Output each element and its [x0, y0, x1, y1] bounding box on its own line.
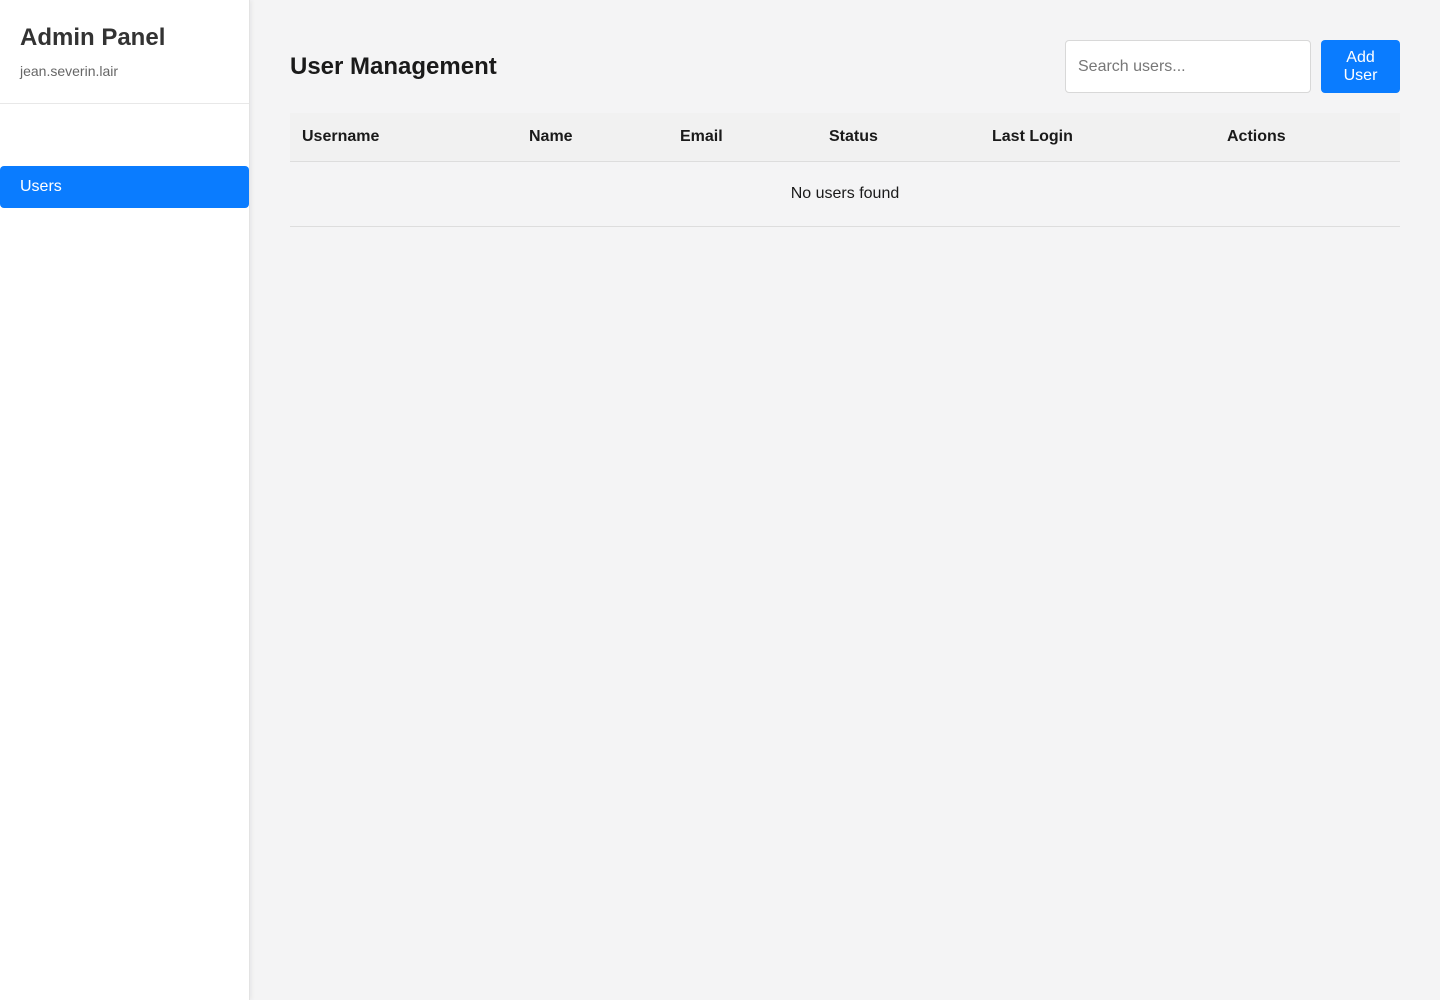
add-user-button[interactable]: Add User: [1321, 40, 1400, 93]
table-body: No users found: [290, 161, 1400, 226]
sidebar-item-label: Users: [20, 178, 62, 195]
empty-state-message: No users found: [790, 184, 900, 202]
sidebar-nav: Users: [0, 104, 249, 208]
app-title: Admin Panel: [20, 24, 166, 51]
table-header-row: Username Name Email Status Last Login Ac…: [290, 113, 1400, 161]
table-header: Username Name Email Status Last Login Ac…: [290, 113, 1400, 161]
column-header-last-login[interactable]: Last Login: [980, 113, 1215, 161]
sidebar-header: Admin Panel jean.severin.lair: [0, 0, 249, 104]
page-title: User Management: [290, 52, 497, 80]
table-row-empty: No users found: [290, 161, 1400, 226]
column-header-actions: Actions: [1227, 127, 1286, 145]
sidebar-item-users[interactable]: Users: [0, 166, 249, 208]
main-content: User Management Add User Username Name E…: [250, 0, 1440, 1000]
column-header-username[interactable]: Username: [290, 113, 517, 161]
current-username: jean.severin.lair: [20, 63, 119, 79]
column-header-name[interactable]: Name: [517, 113, 668, 161]
header-actions: Add User: [1065, 40, 1400, 93]
users-table: Username Name Email Status Last Login Ac…: [290, 113, 1400, 227]
page-header: User Management Add User: [290, 40, 1400, 93]
column-header-email[interactable]: Email: [668, 113, 817, 161]
column-header-status[interactable]: Status: [817, 113, 980, 161]
app-container: Admin Panel jean.severin.lair Users User…: [0, 0, 1440, 1000]
sidebar: Admin Panel jean.severin.lair Users: [0, 0, 250, 1000]
search-input[interactable]: [1065, 40, 1311, 93]
